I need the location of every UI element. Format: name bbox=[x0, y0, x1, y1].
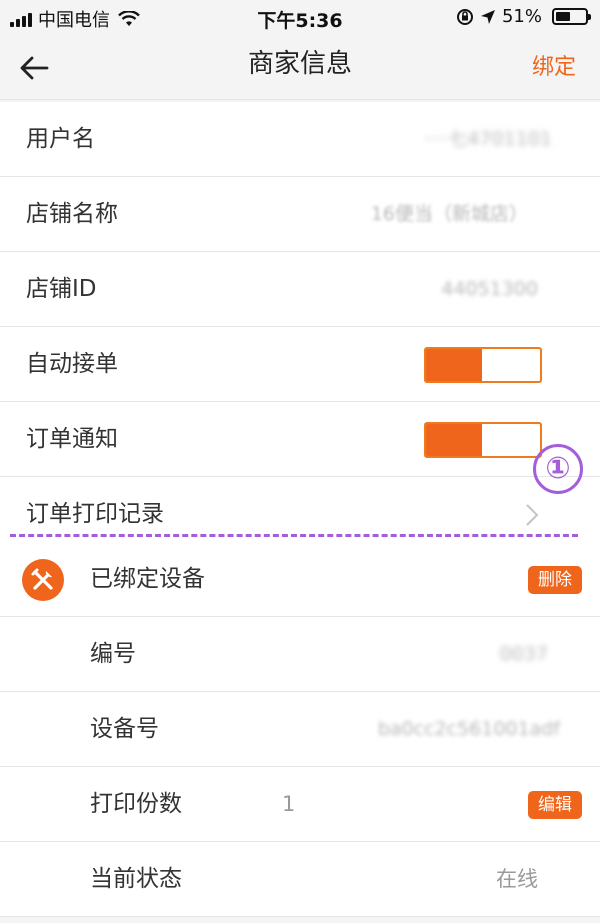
battery-icon bbox=[552, 8, 591, 25]
print-copies-label: 打印份数 bbox=[90, 791, 182, 817]
merchant-info-list: 用户名 ····七4701101 店铺名称 16便当（新城店） 店铺ID 440… bbox=[0, 102, 600, 552]
device-header-row: 已绑定设备 删除 bbox=[0, 542, 600, 617]
current-status-label: 当前状态 bbox=[90, 866, 182, 892]
current-status-value: 在线 bbox=[496, 867, 538, 891]
battery-level bbox=[556, 12, 571, 21]
print-copies-row: 打印份数 1 编辑 bbox=[0, 767, 600, 842]
battery-percent: 51% bbox=[501, 6, 542, 27]
print-records-row[interactable]: 订单打印记录 bbox=[0, 477, 600, 552]
auto-accept-label: 自动接单 bbox=[26, 351, 118, 377]
store-name-label: 店铺名称 bbox=[26, 201, 118, 227]
device-number-label: 编号 bbox=[90, 641, 136, 667]
bound-device-section: 已绑定设备 删除 编号 0037 设备号 ba0cc2c561001adf 打印… bbox=[0, 542, 600, 917]
store-id-label: 店铺ID bbox=[26, 276, 97, 302]
device-number-value: 0037 bbox=[499, 643, 548, 665]
current-status-row: 当前状态 在线 bbox=[0, 842, 600, 917]
tools-icon bbox=[22, 559, 64, 601]
order-notify-row: 订单通知 bbox=[0, 402, 600, 477]
nav-bar: 商家信息 绑定 bbox=[0, 34, 600, 100]
store-id-value: 44051300 bbox=[441, 278, 538, 300]
bind-button[interactable]: 绑定 bbox=[532, 46, 576, 90]
rotation-lock-icon bbox=[456, 8, 473, 25]
toggle-on-fill bbox=[426, 424, 482, 456]
step-marker: ① bbox=[533, 444, 583, 494]
device-serial-label: 设备号 bbox=[90, 716, 159, 742]
username-label: 用户名 bbox=[26, 126, 95, 152]
delete-button[interactable]: 删除 bbox=[528, 566, 582, 594]
order-notify-toggle[interactable] bbox=[424, 422, 542, 458]
print-records-label: 订单打印记录 bbox=[26, 501, 164, 527]
store-name-row: 店铺名称 16便当（新城店） bbox=[0, 177, 600, 252]
chevron-right-icon bbox=[526, 504, 539, 526]
auto-accept-row: 自动接单 bbox=[0, 327, 600, 402]
status-bar: 中国电信 下午5:36 51% bbox=[0, 0, 600, 34]
status-right: 51% bbox=[456, 6, 591, 27]
bound-device-label: 已绑定设备 bbox=[90, 566, 205, 592]
auto-accept-toggle[interactable] bbox=[424, 347, 542, 383]
location-icon bbox=[480, 9, 495, 24]
store-id-row: 店铺ID 44051300 bbox=[0, 252, 600, 327]
toggle-on-fill bbox=[426, 349, 482, 381]
device-number-row: 编号 0037 bbox=[0, 617, 600, 692]
device-serial-value: ba0cc2c561001adf bbox=[377, 718, 560, 740]
annotation-dashed-line bbox=[10, 534, 578, 537]
print-copies-value: 1 bbox=[282, 792, 296, 816]
username-value: ····七4701101 bbox=[424, 128, 552, 150]
username-row: 用户名 ····七4701101 bbox=[0, 102, 600, 177]
device-serial-row: 设备号 ba0cc2c561001adf bbox=[0, 692, 600, 767]
order-notify-label: 订单通知 bbox=[26, 426, 118, 452]
page-title: 商家信息 bbox=[247, 49, 352, 79]
store-name-value: 16便当（新城店） bbox=[370, 203, 528, 225]
edit-button[interactable]: 编辑 bbox=[528, 791, 582, 819]
